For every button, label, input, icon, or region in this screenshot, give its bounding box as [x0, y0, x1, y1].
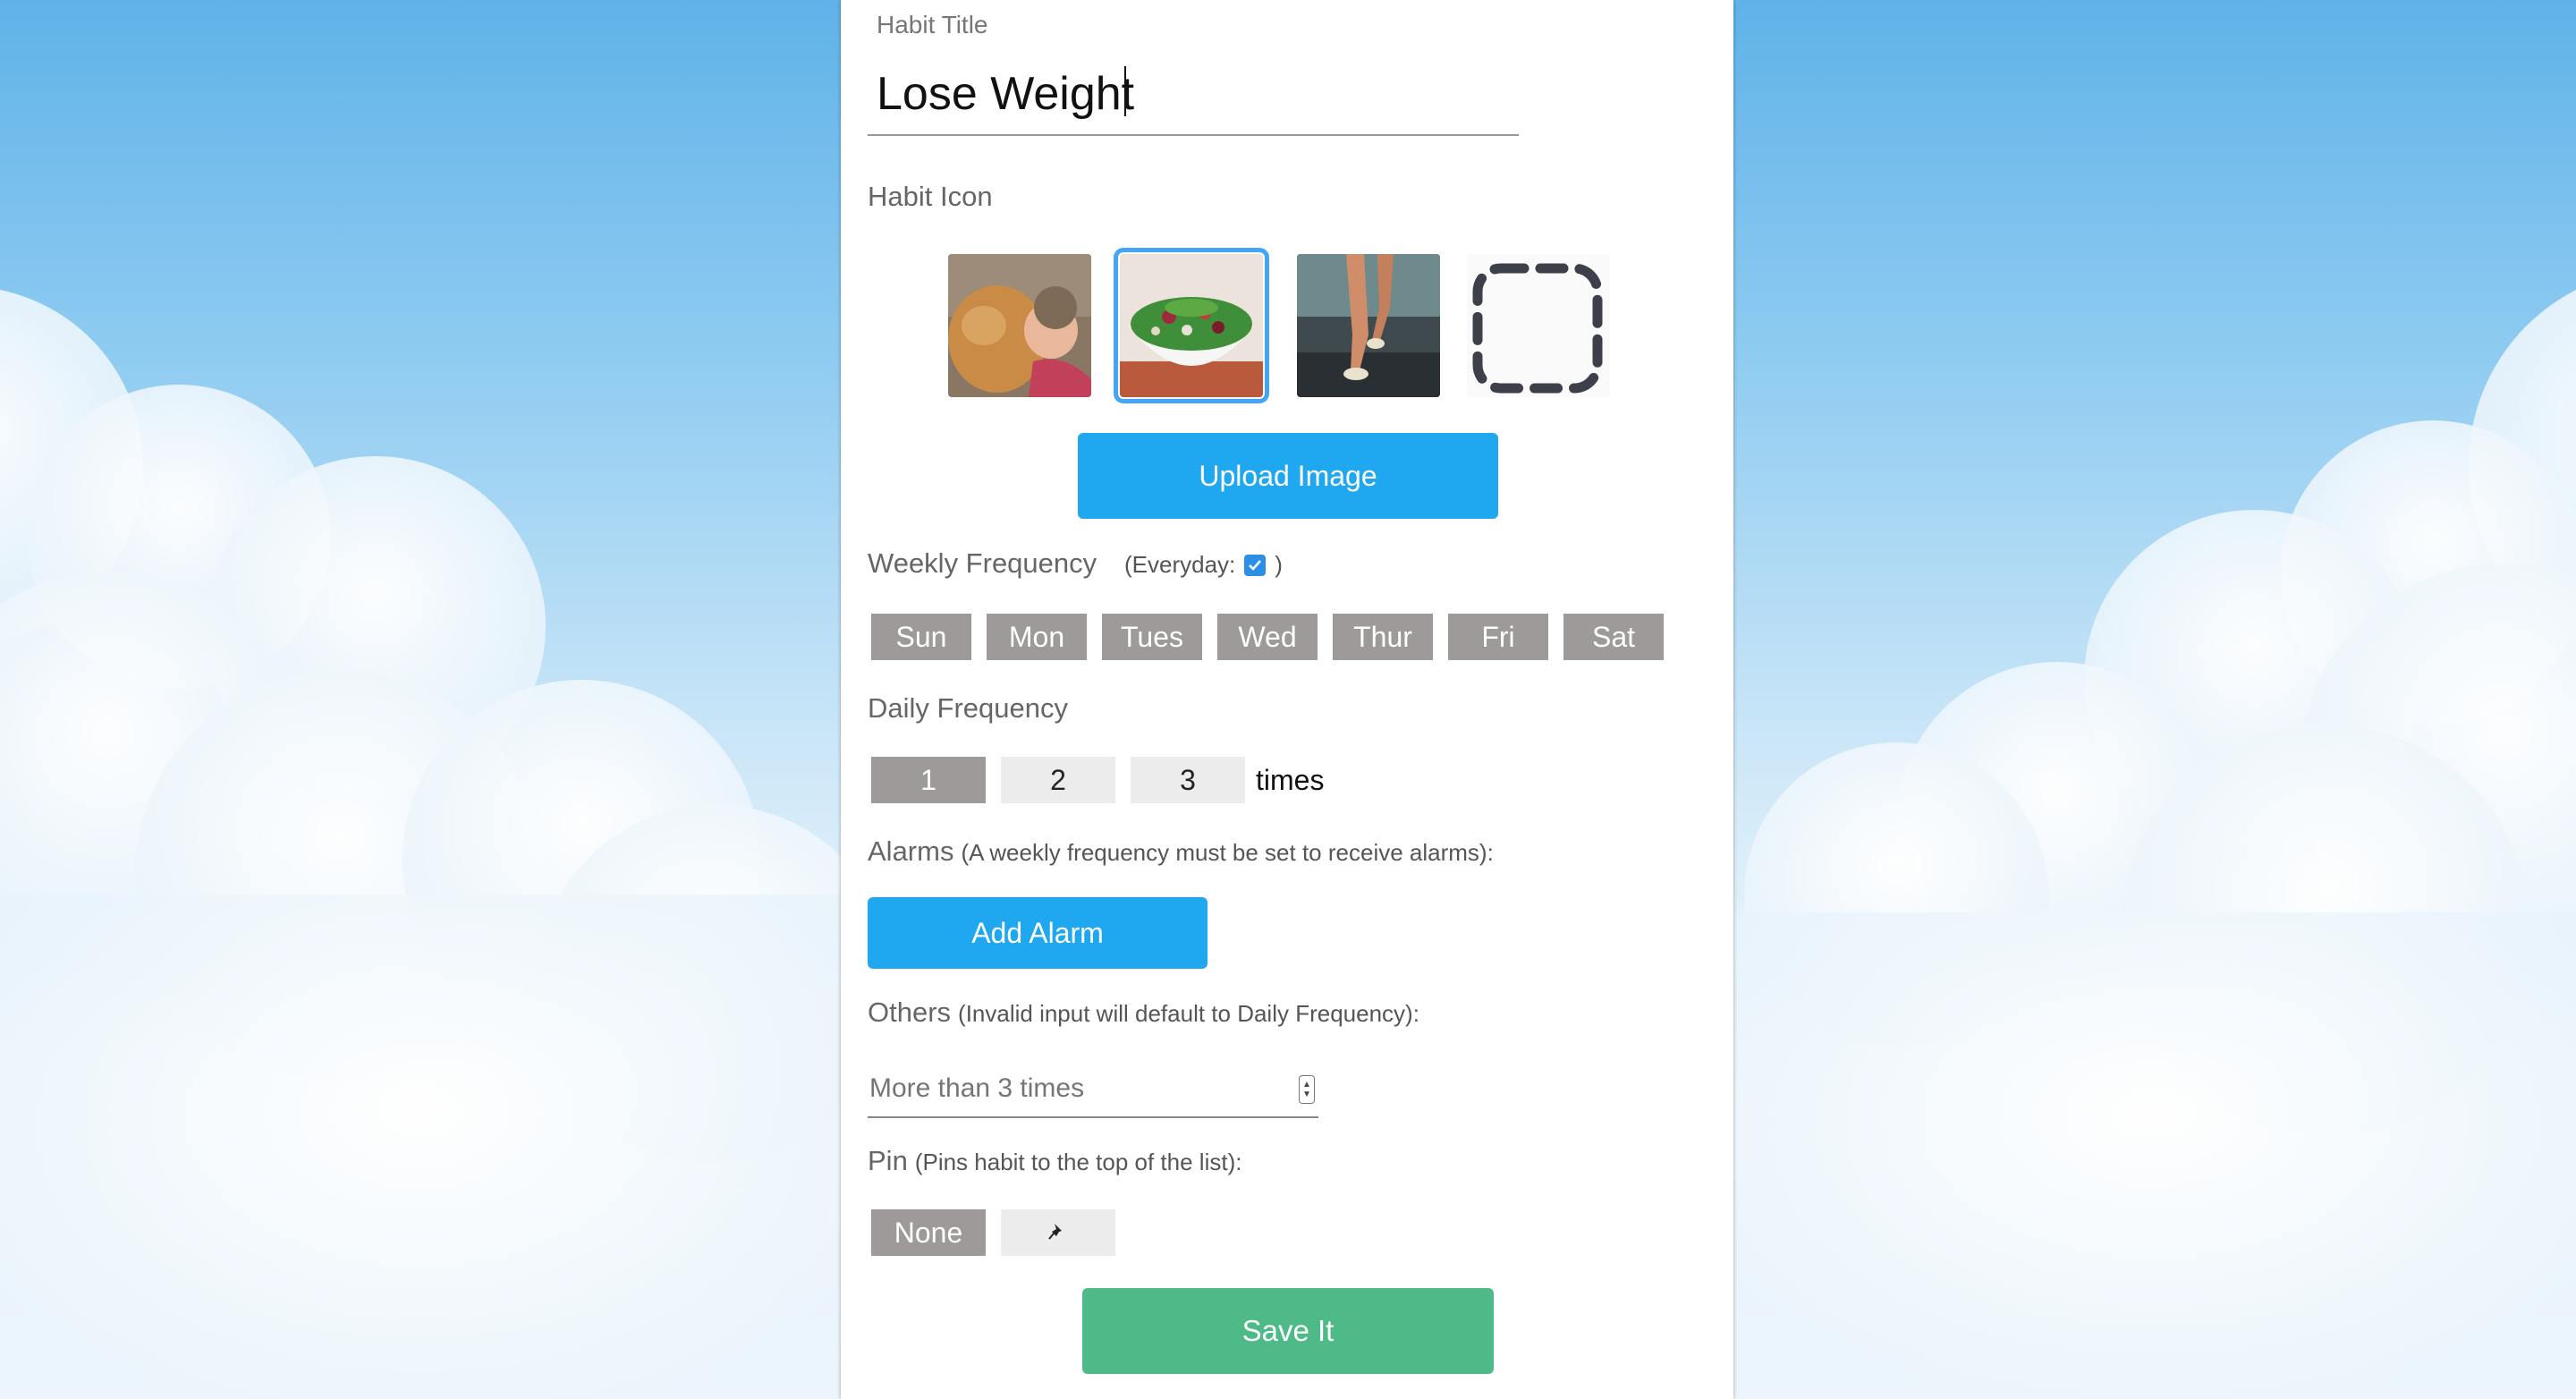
text-caret: [1124, 66, 1126, 116]
daily-option-1[interactable]: 1: [871, 757, 986, 803]
alarms-colon: :: [1487, 839, 1494, 866]
others-colon: :: [1412, 1000, 1419, 1027]
everyday-group: (Everyday: ): [1124, 551, 1283, 579]
alarms-hint: (A weekly frequency must be set to recei…: [961, 839, 1487, 866]
day-mon[interactable]: Mon: [987, 614, 1087, 660]
pin-button[interactable]: [1001, 1209, 1115, 1256]
dashed-placeholder-icon: [1467, 254, 1610, 397]
cat-baby-image: [948, 254, 1091, 397]
alarms-row: Alarms (A weekly frequency must be set t…: [868, 835, 1494, 868]
salad-image: [1120, 254, 1263, 397]
pin-none-button[interactable]: None: [871, 1209, 986, 1256]
day-fri[interactable]: Fri: [1448, 614, 1548, 660]
number-spinner-icon[interactable]: ▲ ▼: [1299, 1075, 1315, 1104]
icon-option-cat-baby[interactable]: [948, 254, 1091, 397]
pin-colon: :: [1235, 1149, 1242, 1175]
habit-title-label: Habit Title: [877, 11, 988, 38]
check-icon: [1249, 559, 1262, 571]
daily-frequency-label: Daily Frequency: [868, 692, 1068, 724]
pin-label: Pin: [868, 1145, 908, 1176]
icon-option-running[interactable]: [1297, 254, 1440, 397]
others-hint: (Invalid input will default to Daily Fre…: [958, 1000, 1413, 1027]
day-sun[interactable]: Sun: [871, 614, 971, 660]
everyday-checkbox[interactable]: [1244, 554, 1267, 576]
pin-row: Pin (Pins habit to the top of the list):: [868, 1145, 1241, 1177]
everyday-close: ): [1275, 551, 1283, 578]
pushpin-icon: [1048, 1224, 1062, 1240]
daily-option-2[interactable]: 2: [1001, 757, 1115, 803]
save-button[interactable]: Save It: [1082, 1288, 1494, 1374]
others-label: Others: [868, 996, 952, 1028]
weekly-frequency-label: Weekly Frequency: [868, 547, 1097, 579]
daily-option-3[interactable]: 3: [1131, 757, 1245, 803]
others-input-wrapper: ▲▼: [868, 1063, 1318, 1118]
others-row: Others (Invalid input will default to Da…: [868, 996, 1419, 1029]
upload-image-button[interactable]: Upload Image: [1078, 433, 1498, 519]
others-number-input[interactable]: [868, 1063, 1283, 1115]
icon-option-salad[interactable]: [1114, 248, 1269, 403]
add-alarm-button[interactable]: Add Alarm: [868, 897, 1208, 969]
pin-hint: (Pins habit to the top of the list): [914, 1149, 1236, 1175]
day-sat[interactable]: Sat: [1563, 614, 1664, 660]
icon-option-placeholder[interactable]: [1467, 254, 1610, 397]
habit-title-input[interactable]: [868, 54, 1519, 136]
day-wed[interactable]: Wed: [1217, 614, 1318, 660]
habit-icon-label: Habit Icon: [868, 181, 993, 212]
alarms-label: Alarms: [868, 835, 954, 867]
day-tues[interactable]: Tues: [1102, 614, 1202, 660]
everyday-label: (Everyday:: [1124, 551, 1236, 578]
running-legs-image: [1297, 254, 1440, 397]
day-thur[interactable]: Thur: [1333, 614, 1433, 660]
habit-form-panel: Habit Title Habit Icon: [841, 0, 1733, 1399]
times-label: times: [1256, 764, 1325, 796]
